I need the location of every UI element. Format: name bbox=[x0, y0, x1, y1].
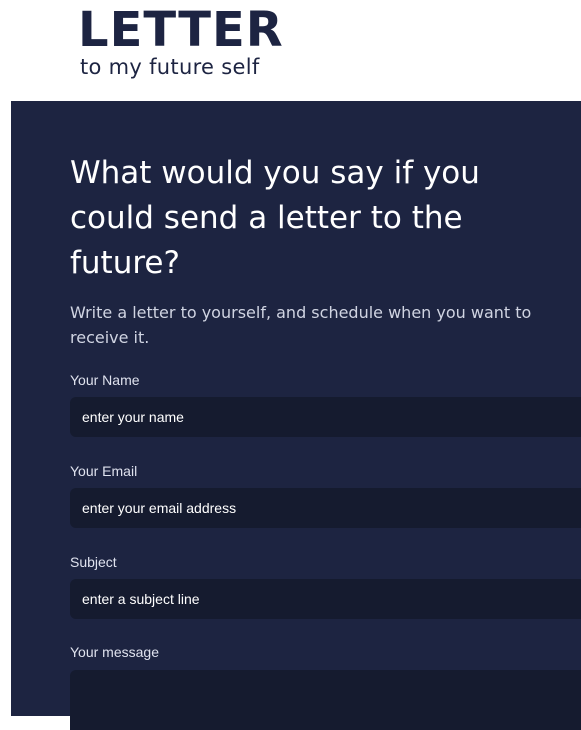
message-label: Your message bbox=[70, 644, 159, 660]
intro-text: Write a letter to yourself, and schedule… bbox=[70, 303, 532, 347]
site-header: LETTER to my future self bbox=[0, 0, 581, 101]
letter-form-panel: What would you say if you could send a l… bbox=[11, 101, 581, 730]
logo-title: LETTER bbox=[78, 2, 284, 58]
subject-input[interactable] bbox=[70, 579, 581, 619]
name-label: Your Name bbox=[70, 372, 140, 388]
logo-subtitle: to my future self bbox=[80, 55, 260, 79]
logo[interactable]: LETTER to my future self bbox=[78, 6, 284, 78]
email-label: Your Email bbox=[70, 463, 138, 479]
message-textarea[interactable] bbox=[70, 670, 581, 730]
subject-label: Subject bbox=[70, 554, 117, 570]
email-input[interactable] bbox=[70, 488, 581, 528]
name-input[interactable] bbox=[70, 397, 581, 437]
page-headline: What would you say if you could send a l… bbox=[70, 155, 480, 281]
